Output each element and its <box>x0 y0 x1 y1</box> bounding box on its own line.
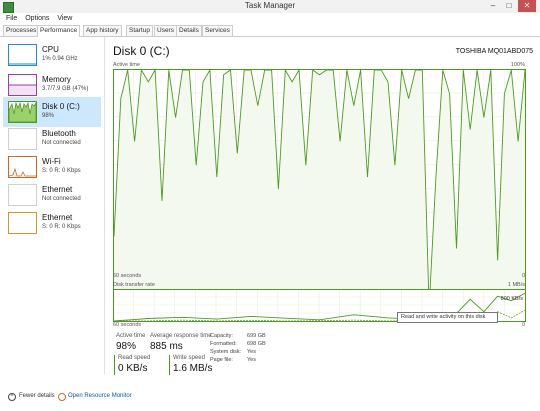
sidebar-item-value: S: 0 R: 0 Kbps <box>42 168 81 174</box>
sidebar-item-label: Bluetooth <box>42 129 76 138</box>
tooltip: Read and write activity on this disk <box>397 312 498 323</box>
memory-thumbnail-graph <box>8 74 37 96</box>
formatted-label: Formatted: <box>210 341 237 347</box>
tab-services[interactable]: Services <box>202 25 233 36</box>
avg-response-stat-label: Average response time <box>150 333 212 339</box>
tab-startup[interactable]: Startup <box>126 25 153 36</box>
transfer-rate-mark-label: 800 KB/s <box>500 296 523 302</box>
footer-bar: ^ Fewer details Open Resource Monitor <box>0 390 540 411</box>
read-speed-indicator <box>114 355 115 375</box>
menu-file[interactable]: File <box>6 13 17 25</box>
sidebar-item-value: 1% 0.94 GHz <box>42 56 78 62</box>
sidebar-item-label: CPU <box>42 45 59 54</box>
bluetooth-thumbnail-graph <box>8 128 37 150</box>
sidebar-item-ethernet-2[interactable]: Ethernet S: 0 R: 0 Kbps <box>3 208 101 238</box>
transfer-rate-chart-label: Disk transfer rate <box>113 282 155 288</box>
sidebar-item-value: Not connected <box>42 140 81 146</box>
sidebar-item-cpu[interactable]: CPU 1% 0.94 GHz <box>3 40 101 70</box>
disk-model: TOSHIBA MQ01ABD075 <box>455 48 533 55</box>
sidebar-item-wifi[interactable]: Wi-Fi S: 0 R: 0 Kbps <box>3 152 101 182</box>
transfer-x-left-label: 60 seconds <box>113 322 142 328</box>
capacity-value: 699 GB <box>247 333 266 339</box>
active-time-stat-value: 98% <box>116 341 137 352</box>
formatted-value: 698 GB <box>247 341 266 347</box>
sidebar-item-disk-0[interactable]: Disk 0 (C:) 98% <box>3 97 101 127</box>
system-disk-label: System disk: <box>210 349 242 355</box>
menu-options[interactable]: Options <box>25 13 49 25</box>
sidebar-item-ethernet-1[interactable]: Ethernet Not connected <box>3 180 101 210</box>
active-time-x-right-label: 0 <box>521 273 525 279</box>
cpu-thumbnail-graph <box>8 44 37 66</box>
tab-processes[interactable]: Processes <box>3 25 40 36</box>
sidebar-item-label: Ethernet <box>42 213 73 222</box>
sidebar-item-value: S: 0 R: 0 Kbps <box>42 224 81 230</box>
minimize-button[interactable]: – <box>486 0 500 12</box>
sidebar-item-value: 3.7/7.9 GB (47%) <box>42 86 89 92</box>
menu-bar: File Options View <box>0 13 540 25</box>
page-file-label: Page file: <box>210 357 233 363</box>
avg-response-stat-value: 885 ms <box>150 341 183 352</box>
resource-monitor-icon <box>58 393 66 401</box>
sidebar-item-value: Not connected <box>42 196 81 202</box>
sidebar-item-label: Ethernet <box>42 185 73 194</box>
transfer-rate-max-label: 1 MB/s <box>507 282 525 288</box>
sidebar-item-label: Wi-Fi <box>42 157 61 166</box>
menu-view[interactable]: View <box>57 13 72 25</box>
resource-sidebar: CPU 1% 0.94 GHz Memory 3.7/7.9 GB (47%) … <box>0 37 105 374</box>
sidebar-item-label: Disk 0 (C:) <box>42 102 80 111</box>
disk-thumbnail-graph <box>8 101 37 123</box>
system-disk-value: Yes <box>247 349 256 355</box>
active-time-stat-label: Active time <box>116 333 146 339</box>
read-speed-label: Read speed <box>118 355 151 361</box>
write-speed-indicator <box>169 355 170 375</box>
chevron-up-icon[interactable]: ^ <box>8 393 16 401</box>
active-time-chart <box>113 69 526 309</box>
read-speed-value: 0 KB/s <box>118 363 148 374</box>
close-button[interactable]: ✕ <box>518 0 536 12</box>
window-title: Task Manager <box>244 1 296 10</box>
capacity-label: Capacity: <box>210 333 233 339</box>
maximize-button[interactable]: □ <box>502 0 516 12</box>
page-file-value: Yes <box>247 357 256 363</box>
tab-performance[interactable]: Performance <box>37 25 81 37</box>
tab-details[interactable]: Details <box>176 25 202 36</box>
sidebar-item-bluetooth[interactable]: Bluetooth Not connected <box>3 124 101 154</box>
page-title: Disk 0 (C:) <box>113 44 170 58</box>
active-time-max-label: 100% <box>510 62 525 68</box>
ethernet-thumbnail-graph <box>8 184 37 206</box>
write-speed-value: 1.6 MB/s <box>173 363 213 374</box>
tab-users[interactable]: Users <box>154 25 177 36</box>
write-speed-label: Write speed <box>173 355 205 361</box>
tab-bar: Processes Performance App history Startu… <box>0 25 540 37</box>
wifi-thumbnail-graph <box>8 156 37 178</box>
transfer-x-right-label: 0 <box>521 322 525 328</box>
active-time-x-left-label: 60 seconds <box>113 273 142 279</box>
title-bar: Task Manager – □ ✕ <box>0 0 540 13</box>
ethernet-thumbnail-graph <box>8 212 37 234</box>
open-resource-monitor-link[interactable]: Open Resource Monitor <box>68 393 132 399</box>
sidebar-item-label: Memory <box>42 75 71 84</box>
fewer-details-link[interactable]: Fewer details <box>19 393 55 399</box>
sidebar-item-value: 98% <box>42 113 55 119</box>
tab-app-history[interactable]: App history <box>83 25 122 36</box>
disk-detail-panel: Disk 0 (C:) TOSHIBA MQ01ABD075 Active ti… <box>110 37 535 375</box>
active-time-chart-label: Active time <box>113 62 140 68</box>
sidebar-item-memory[interactable]: Memory 3.7/7.9 GB (47%) <box>3 70 101 100</box>
